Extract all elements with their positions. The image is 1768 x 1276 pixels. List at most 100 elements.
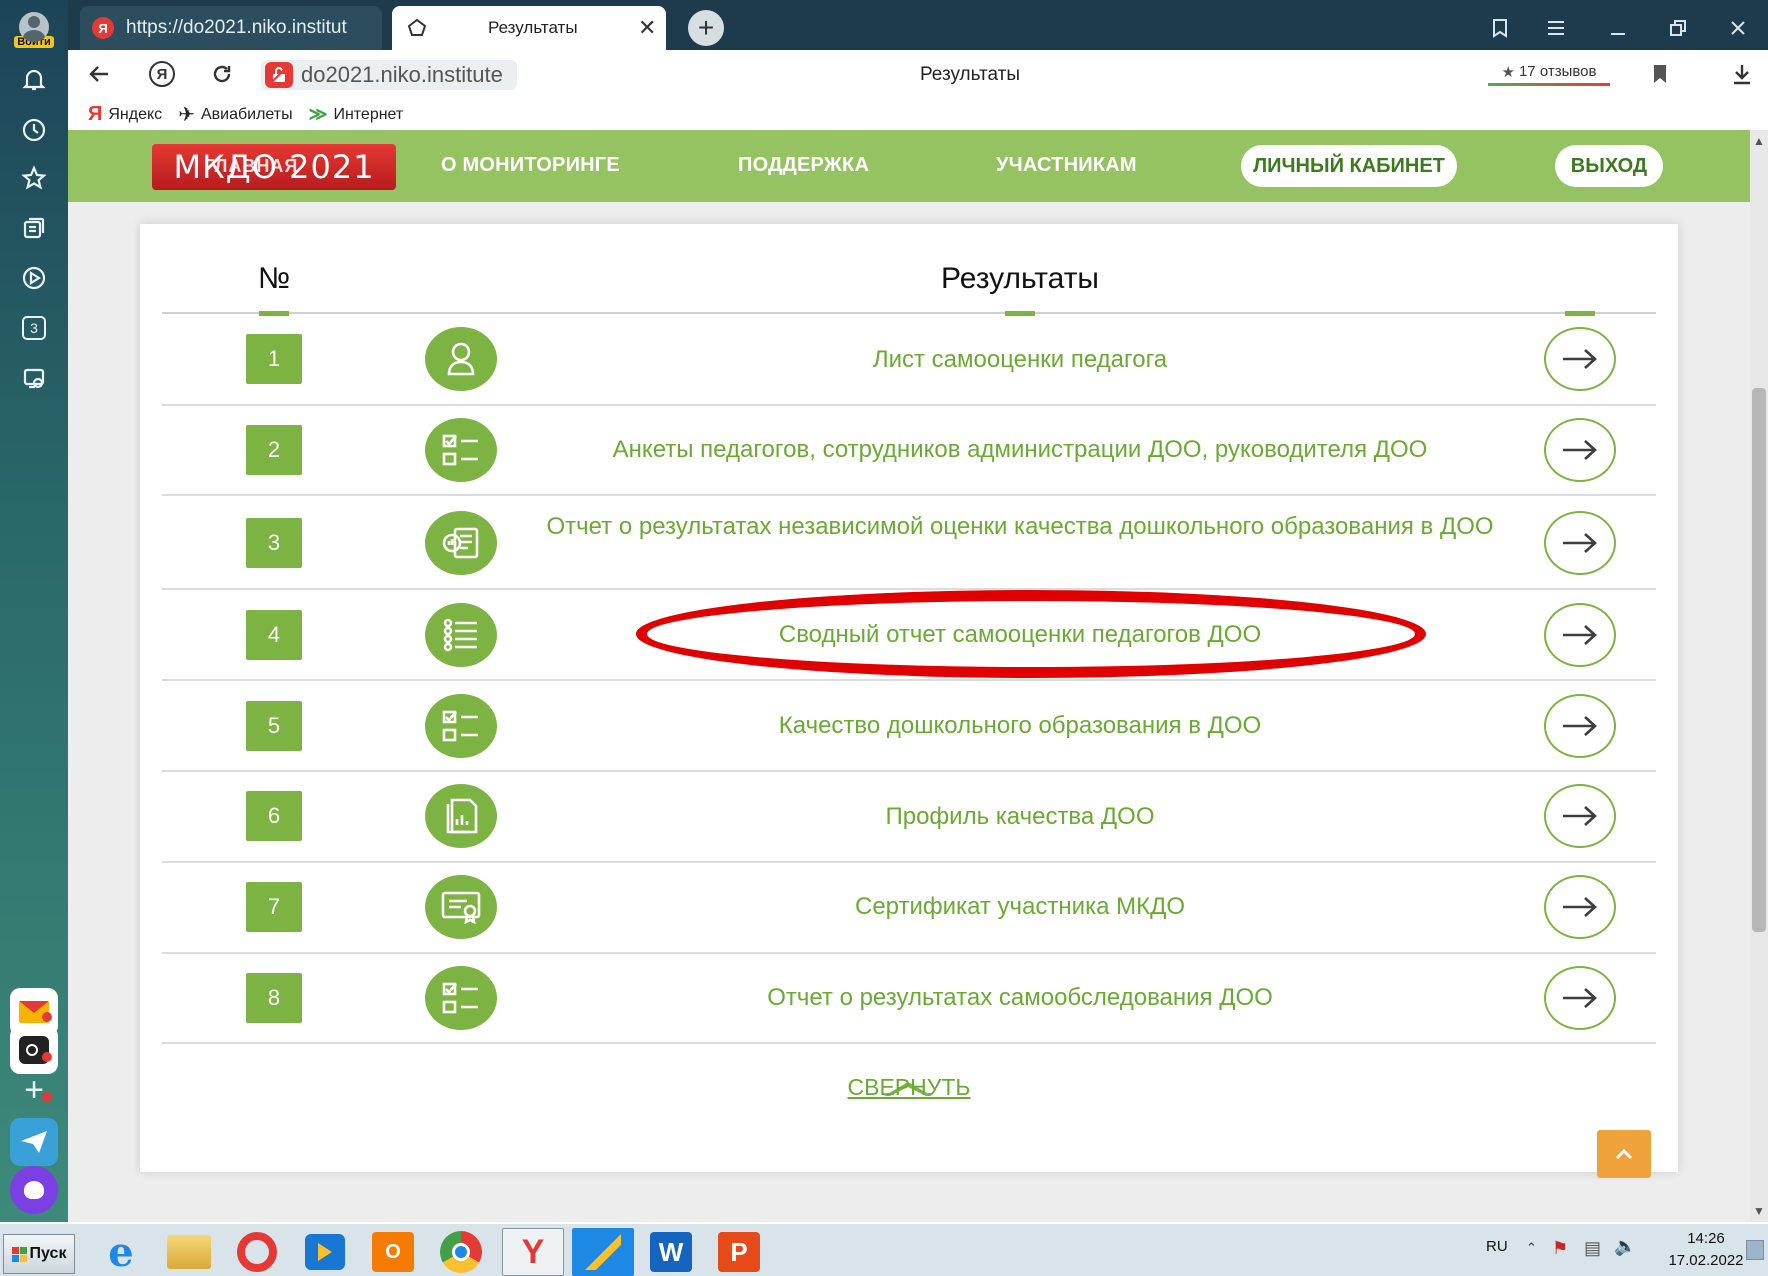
- checklist-icon: [425, 694, 497, 758]
- close-tab-icon[interactable]: ✕: [638, 15, 656, 41]
- row-1-link[interactable]: Лист самооценки педагога: [540, 343, 1500, 376]
- site-logo[interactable]: МКДО 2021 ГЛАВНАЯ: [152, 144, 396, 190]
- arrow-right-icon: [1561, 714, 1599, 738]
- row-5-open-button[interactable]: [1544, 694, 1616, 758]
- bookmark-page-button[interactable]: [1640, 54, 1680, 94]
- row-1-number: 1: [246, 334, 302, 384]
- arrow-right-icon: [1561, 804, 1599, 828]
- row-7-link[interactable]: Сертификат участника МКДО: [540, 890, 1500, 923]
- page-title: Результаты: [919, 64, 1021, 85]
- word-app[interactable]: W: [640, 1228, 702, 1276]
- bookmark-yandex[interactable]: Я Яндекс: [88, 103, 162, 126]
- add-app-button[interactable]: +: [10, 1066, 58, 1114]
- row-2-number: 2: [246, 425, 302, 475]
- history-button[interactable]: [0, 108, 68, 152]
- language-indicator[interactable]: RU: [1486, 1238, 1508, 1255]
- row-6-link[interactable]: Профиль качества ДОО: [540, 800, 1500, 833]
- network-icon[interactable]: ▤: [1584, 1238, 1601, 1259]
- scroll-up-arrow-icon[interactable]: ▲: [1753, 134, 1765, 148]
- volume-icon[interactable]: 🔈: [1614, 1236, 1636, 1257]
- tabs-counter-button[interactable]: 3: [0, 306, 68, 350]
- mail-unread-dot: [42, 1012, 52, 1022]
- certificate-icon: [425, 875, 497, 939]
- messenger-app[interactable]: [10, 1118, 58, 1166]
- address-bar[interactable]: do2021.niko.institute: [261, 60, 517, 90]
- bell-icon: [21, 67, 47, 93]
- row-divider: [162, 494, 1656, 496]
- arrow-right-icon: [1561, 531, 1599, 555]
- collections-button[interactable]: [0, 206, 68, 250]
- internet-explorer-app[interactable]: e: [90, 1228, 152, 1276]
- insecure-connection-icon[interactable]: [265, 62, 293, 88]
- media-player-app[interactable]: [294, 1228, 356, 1276]
- tab-1[interactable]: Я https://do2021.niko.institut: [80, 6, 382, 50]
- kaspersky-app[interactable]: [572, 1228, 634, 1276]
- screenshot-button[interactable]: [0, 356, 68, 400]
- checklist-icon: [425, 966, 497, 1030]
- browser-menu-button[interactable]: [1536, 8, 1576, 48]
- row-2-open-button[interactable]: [1544, 418, 1616, 482]
- row-6-open-button[interactable]: [1544, 784, 1616, 848]
- yandex-home-button[interactable]: Я: [142, 54, 182, 94]
- bookmark-internet[interactable]: ≫ Интернет: [309, 104, 404, 125]
- nav-monitoring[interactable]: О МОНИТОРИНГЕ: [441, 154, 620, 177]
- chrome-app[interactable]: [430, 1228, 492, 1276]
- tray-expand-icon[interactable]: ⌃: [1526, 1240, 1537, 1256]
- downloads-button[interactable]: [1722, 54, 1762, 94]
- start-button[interactable]: Пуск: [3, 1234, 75, 1274]
- row-5-link[interactable]: Качество дошкольного образования в ДОО: [540, 709, 1500, 742]
- opera-app[interactable]: [226, 1228, 288, 1276]
- row-divider: [162, 1042, 1656, 1044]
- row-2-link[interactable]: Анкеты педагогов, сотрудников администра…: [540, 433, 1500, 466]
- bookmark-flights[interactable]: ✈ Авиабилеты: [178, 102, 292, 127]
- row-8-open-button[interactable]: [1544, 966, 1616, 1030]
- tab-collection-button[interactable]: [1480, 8, 1520, 48]
- collapse-link[interactable]: СВЕРНУТЬ: [842, 1074, 976, 1101]
- tab-2-active[interactable]: Результаты ✕: [392, 6, 666, 50]
- alice-icon: [24, 1181, 44, 1199]
- yandex-browser-app[interactable]: Y: [502, 1228, 564, 1276]
- new-tab-button[interactable]: +: [688, 10, 724, 46]
- notifications-button[interactable]: [0, 58, 68, 102]
- windows-logo-icon: [11, 1246, 27, 1262]
- scroll-down-arrow-icon[interactable]: ▼: [1753, 1204, 1765, 1218]
- row-4-open-button[interactable]: [1544, 603, 1616, 667]
- header-accent-number: [259, 311, 289, 316]
- arrow-right-icon: [1561, 623, 1599, 647]
- file-explorer-app[interactable]: [158, 1228, 220, 1276]
- close-window-button[interactable]: [1718, 8, 1758, 48]
- back-button[interactable]: [80, 54, 120, 94]
- row-8-link[interactable]: Отчет о результатах самообследования ДОО: [540, 981, 1500, 1014]
- row-1-open-button[interactable]: [1544, 327, 1616, 391]
- logout-button[interactable]: ВЫХОД: [1555, 145, 1663, 187]
- station-unread-dot: [42, 1052, 52, 1062]
- reload-button[interactable]: [202, 54, 242, 94]
- arrow-right-icon: [1561, 347, 1599, 371]
- profile-login-button[interactable]: Войти: [8, 8, 60, 52]
- header-accent-results: [1005, 311, 1035, 316]
- video-button[interactable]: [0, 256, 68, 300]
- airplane-icon: ✈: [178, 104, 195, 126]
- scroll-to-top-button[interactable]: [1597, 1130, 1651, 1178]
- internet-icon: ≫: [308, 104, 328, 124]
- nav-support[interactable]: ПОДДЕРЖКА: [738, 154, 869, 177]
- row-3-link[interactable]: Отчет о результатах независимой оценки к…: [540, 510, 1500, 543]
- restore-window-button[interactable]: [1658, 8, 1698, 48]
- minimize-window-button[interactable]: [1598, 8, 1638, 48]
- show-desktop-button[interactable]: [1746, 1240, 1764, 1260]
- reviews-button[interactable]: ★ 17 отзывов: [1488, 60, 1610, 86]
- clock-date[interactable]: 17.02.2022: [1658, 1252, 1754, 1269]
- action-center-flag-icon[interactable]: ⚑: [1552, 1238, 1568, 1259]
- scrollbar-thumb[interactable]: [1752, 388, 1766, 932]
- collections-icon: [21, 215, 47, 241]
- personal-cabinet-button[interactable]: ЛИЧНЫЙ КАБИНЕТ: [1241, 145, 1457, 187]
- nav-participants[interactable]: УЧАСТНИКАМ: [996, 154, 1137, 177]
- alice-assistant-app[interactable]: [10, 1166, 58, 1214]
- row-3-open-button[interactable]: [1544, 511, 1616, 575]
- favorites-button[interactable]: [0, 156, 68, 200]
- clock-time[interactable]: 14:26: [1678, 1230, 1734, 1247]
- plus-icon: +: [24, 1071, 44, 1109]
- powerpoint-app[interactable]: P: [708, 1228, 770, 1276]
- row-7-open-button[interactable]: [1544, 875, 1616, 939]
- outlook-app[interactable]: O: [362, 1228, 424, 1276]
